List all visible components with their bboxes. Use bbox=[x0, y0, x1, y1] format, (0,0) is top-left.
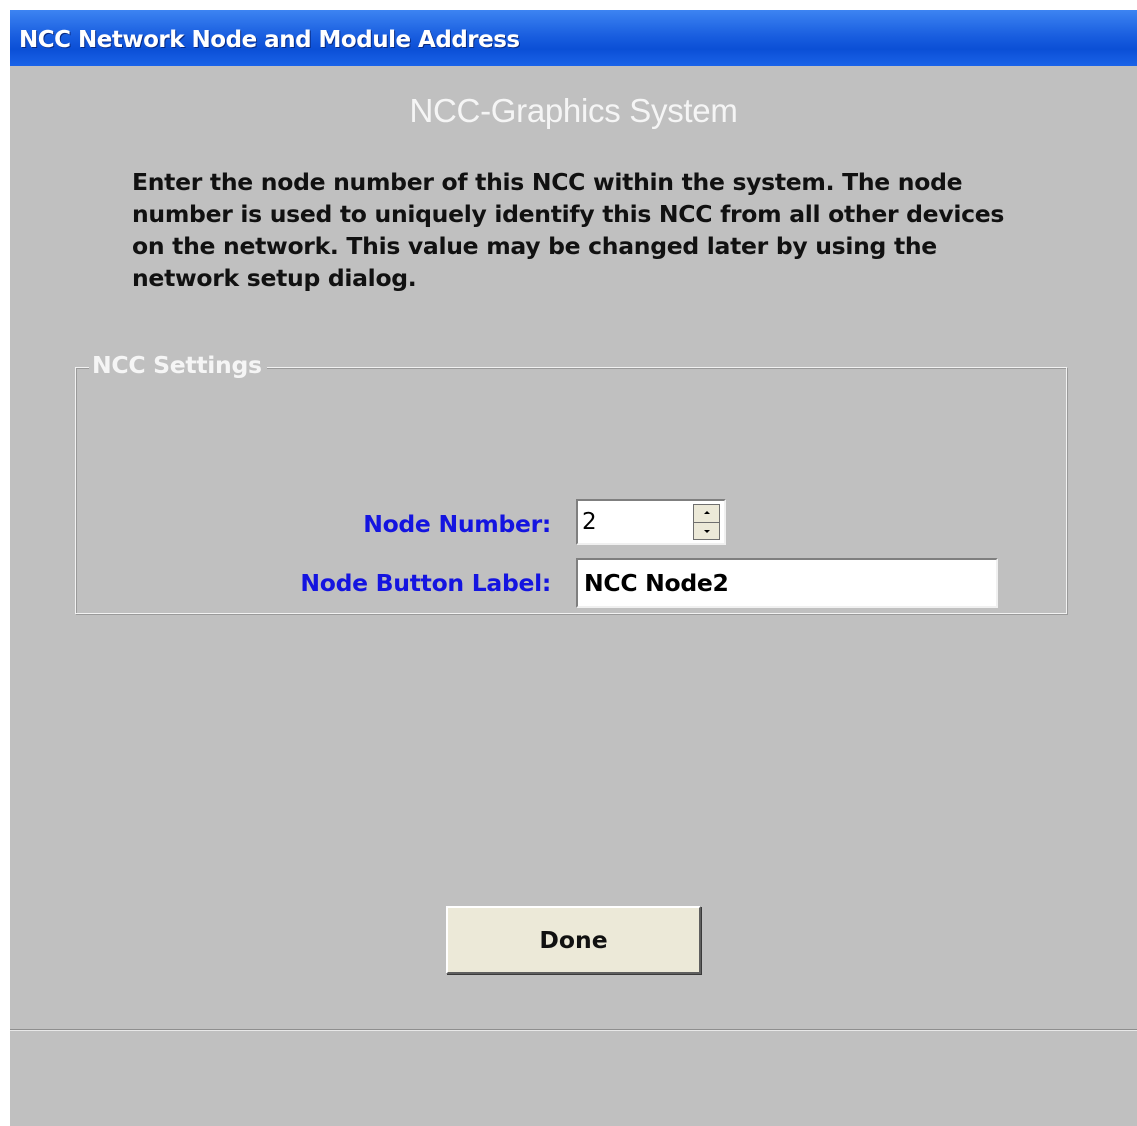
node-number-input[interactable]: 2 bbox=[582, 509, 597, 535]
instructions-text: Enter the node number of this NCC within… bbox=[132, 168, 1005, 292]
page-heading: NCC-Graphics System bbox=[409, 92, 738, 129]
arrow-down-icon bbox=[704, 529, 710, 533]
node-button-label-input[interactable]: NCC Node2 bbox=[576, 558, 998, 608]
node-number-stepper[interactable]: 2 bbox=[576, 499, 726, 545]
increment-button[interactable] bbox=[693, 504, 720, 523]
window-title: NCC Network Node and Module Address bbox=[19, 27, 520, 53]
dialog-window: NCC Network Node and Module Address NCC-… bbox=[10, 10, 1137, 1126]
stepper-buttons bbox=[693, 504, 720, 540]
node-button-label-label: Node Button Label: bbox=[300, 569, 551, 597]
ncc-settings-group: NCC Settings Node Number: 2 Node Button … bbox=[75, 351, 1067, 614]
title-bar[interactable]: NCC Network Node and Module Address bbox=[10, 10, 1137, 66]
arrow-up-icon bbox=[704, 511, 710, 514]
footer-separator bbox=[10, 1029, 1137, 1031]
node-number-label: Node Number: bbox=[363, 510, 551, 538]
group-legend: NCC Settings bbox=[89, 351, 267, 379]
done-button[interactable]: Done bbox=[446, 906, 701, 974]
decrement-button[interactable] bbox=[693, 522, 720, 540]
